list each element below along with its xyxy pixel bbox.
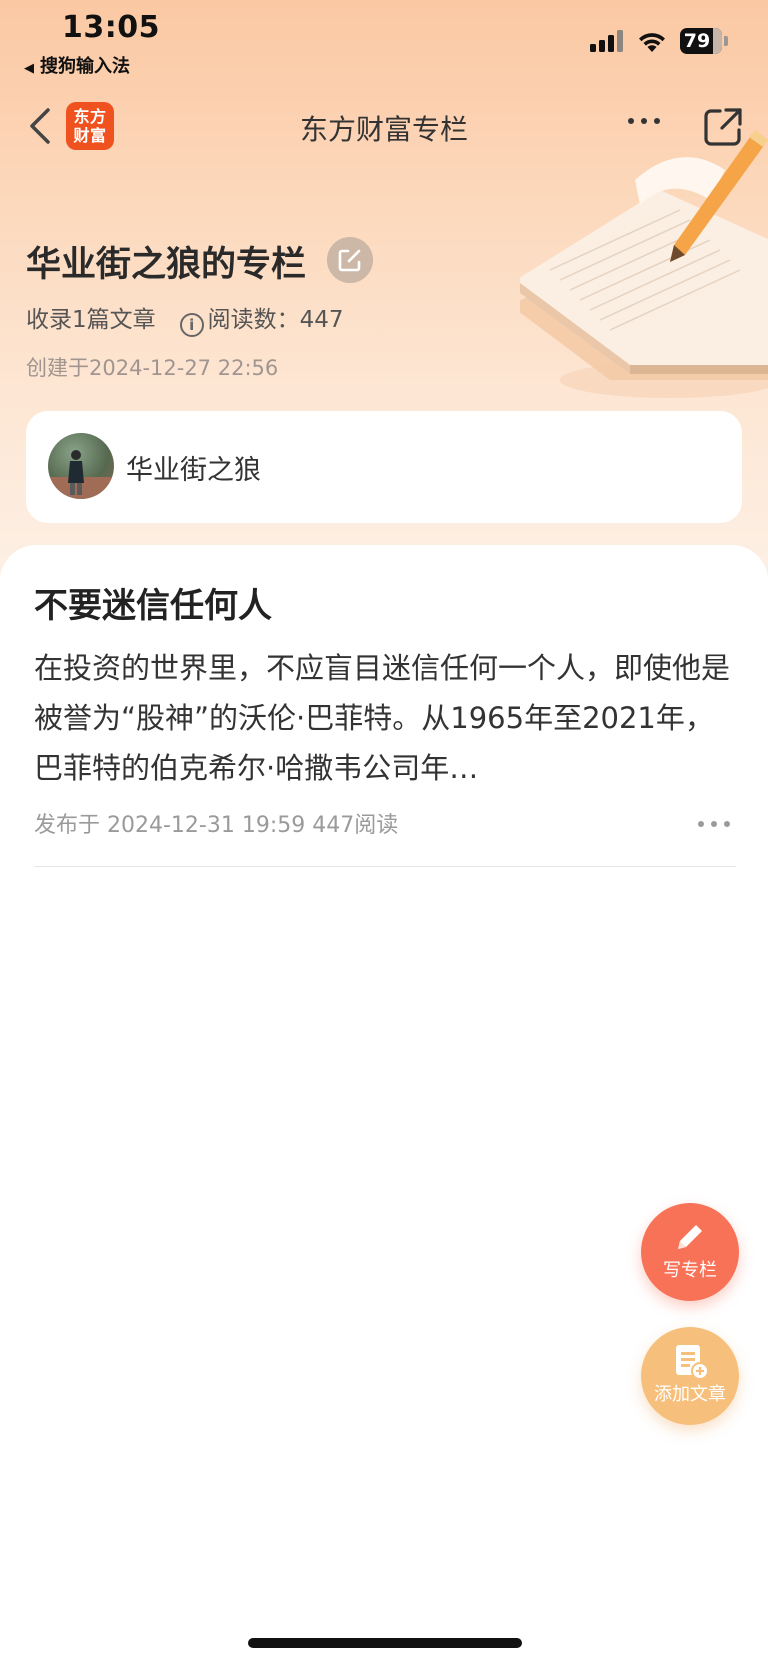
book-pen-illustration	[520, 130, 768, 398]
column-title: 华业街之狼的专栏	[26, 245, 307, 285]
back-app-label: 搜狗输入法	[40, 56, 130, 77]
pencil-icon	[678, 1225, 702, 1249]
article-list: 不要迷信任何人 在投资的世界里，不应盲目迷信任何一个人，即使他是被誉为“股神”的…	[0, 545, 768, 1663]
article-meta: 发布于 2024-12-31 19:59 447阅读	[34, 813, 399, 838]
status-time: 13:05	[62, 10, 160, 45]
home-indicator[interactable]	[248, 1638, 522, 1648]
cellular-signal-icon	[590, 30, 626, 52]
more-options-icon[interactable]	[628, 118, 664, 128]
created-date: 创建于2024-12-27 22:56	[26, 356, 279, 380]
write-column-button[interactable]: 写专栏	[641, 1203, 739, 1301]
author-name: 华业街之狼	[126, 455, 261, 486]
read-count: 阅读数：447	[207, 307, 344, 333]
avatar[interactable]	[48, 433, 114, 499]
status-bar: 13:05 ◀ 搜狗输入法 79	[0, 0, 768, 90]
article-summary[interactable]: 在投资的世界里，不应盲目迷信任何一个人，即使他是被誉为“股神”的沃伦·巴菲特。从…	[34, 643, 736, 793]
article-count: 收录1篇文章	[26, 307, 156, 333]
add-article-label: 添加文章	[654, 1384, 726, 1405]
article-more-icon[interactable]	[698, 821, 734, 829]
back-to-app-link[interactable]: ◀ 搜狗输入法	[24, 52, 130, 78]
add-document-icon	[676, 1345, 709, 1380]
edit-column-icon[interactable]	[327, 237, 373, 283]
person-photo-icon	[48, 450, 114, 499]
column-stats: 收录1篇文章 i 阅读数：447	[26, 300, 344, 337]
battery-icon: 79	[680, 28, 728, 54]
article-title[interactable]: 不要迷信任何人	[34, 578, 272, 627]
back-triangle-icon: ◀	[24, 61, 34, 76]
author-card[interactable]: 华业街之狼	[26, 411, 742, 523]
write-column-label: 写专栏	[663, 1260, 717, 1281]
divider	[34, 866, 736, 867]
battery-level: 79	[683, 30, 711, 52]
info-icon[interactable]: i	[179, 313, 204, 337]
wifi-icon	[639, 33, 665, 52]
add-article-button[interactable]: 添加文章	[641, 1327, 739, 1425]
